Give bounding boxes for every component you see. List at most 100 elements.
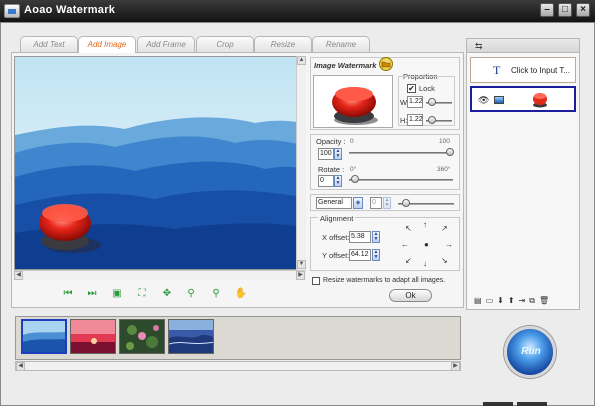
fit-window-icon[interactable]: ▣ — [110, 288, 124, 300]
resize-watermarks-label: Resize watermarks to adapt all images. — [323, 277, 446, 284]
resize-watermarks-checkbox[interactable] — [312, 277, 320, 285]
move-down-icon[interactable]: ⬇ — [497, 296, 508, 305]
image-layer-type-icon — [494, 96, 504, 104]
align-bottom-right-icon[interactable]: ↘ — [441, 256, 448, 265]
preview-vertical-scrollbar[interactable]: ▲ ▼ — [296, 56, 306, 270]
tab-crop[interactable]: Crop — [196, 36, 254, 52]
delete-layer-icon[interactable]: 🗑 — [539, 296, 553, 305]
width-slider-thumb[interactable] — [428, 98, 436, 106]
rotate-spinner[interactable]: ▲ ▼ — [334, 175, 342, 187]
image-watermark-title: Image Watermark — [314, 61, 377, 70]
thumbnail-sunset[interactable] — [70, 319, 116, 354]
watermark-thumbnail — [313, 75, 393, 128]
rotate-slider[interactable] — [349, 179, 453, 181]
lock-checkbox[interactable]: ✔ — [407, 84, 416, 93]
export-icon[interactable]: ⇥ — [519, 296, 530, 305]
next-image-icon[interactable]: ⏭ — [85, 288, 99, 300]
blend-value-input[interactable]: 0 — [370, 197, 382, 209]
app-icon — [4, 4, 20, 18]
window-title: Aoao Watermark — [24, 4, 116, 16]
align-right-icon[interactable]: → — [445, 240, 453, 249]
image-preview[interactable] — [14, 56, 301, 270]
opacity-spinner[interactable]: ▲ ▼ — [334, 148, 342, 160]
align-bottom-icon[interactable]: ↓ — [423, 259, 427, 268]
align-top-left-icon[interactable]: ↖ — [405, 224, 412, 233]
scroll-right-arrow-icon[interactable]: ▶ — [296, 271, 305, 280]
zoom-out-icon[interactable]: ⚲ — [209, 288, 223, 300]
alignment-group — [310, 217, 460, 271]
tab-add-frame[interactable]: Add Frame — [137, 36, 195, 52]
thumbnail-ocean[interactable] — [168, 319, 214, 354]
tab-rename[interactable]: Rename — [312, 36, 370, 52]
blend-dropdown-arrow-icon[interactable]: ◈ — [353, 197, 363, 209]
open-layer-icon[interactable]: ▭ — [486, 296, 498, 305]
ok-button[interactable]: Ok — [389, 289, 432, 302]
rotate-max: 360° — [437, 166, 451, 173]
rotate-input[interactable]: 0 — [318, 175, 334, 187]
scroll-up-arrow-icon[interactable]: ▲ — [297, 56, 306, 65]
blend-slider-thumb[interactable] — [402, 199, 410, 207]
move-up-icon[interactable]: ⬆ — [508, 296, 519, 305]
thumbnail-scrollbar[interactable]: ◀ ▶ — [15, 361, 461, 371]
red-button-layer-icon — [533, 93, 547, 108]
copy-layer-icon[interactable]: ⧉ — [529, 296, 539, 305]
mountain-landscape-image — [15, 57, 300, 269]
close-button[interactable]: × — [576, 3, 590, 17]
thumbnail-mountains[interactable] — [21, 319, 67, 354]
bottom-edge-mark — [517, 402, 547, 406]
sunset-thumbnail-image — [71, 320, 115, 353]
scroll-down-arrow-icon[interactable]: ▼ — [297, 260, 306, 269]
text-layer[interactable]: T Click to Input T... — [470, 57, 576, 83]
layer-toolbar: ▤▭⬇⬆⇥⧉🗑 — [474, 296, 553, 306]
thumbnail-lotus[interactable] — [119, 319, 165, 354]
opacity-input[interactable]: 100 — [318, 148, 334, 160]
hand-tool-icon[interactable]: ✋ — [234, 288, 248, 300]
thumb-scroll-right-icon[interactable]: ▶ — [451, 362, 460, 371]
rotate-slider-thumb[interactable] — [351, 175, 359, 183]
lotus-thumbnail-image — [120, 320, 164, 353]
save-layer-icon[interactable]: ▤ — [474, 296, 486, 305]
move-icon[interactable]: ✥ — [160, 288, 174, 300]
opacity-slider[interactable] — [349, 152, 453, 154]
zoom-in-icon[interactable]: ⚲ — [184, 288, 198, 300]
bottom-edge-mark — [483, 402, 513, 406]
image-layer[interactable]: 👁 — [470, 86, 576, 112]
y-offset-spinner[interactable]: ▲ ▼ — [372, 249, 380, 261]
opacity-min: 0 — [350, 138, 354, 145]
y-offset-label: Y offset: — [322, 251, 350, 260]
x-offset-input[interactable]: 5.38 — [349, 231, 371, 243]
opacity-slider-thumb[interactable] — [446, 148, 454, 156]
y-offset-input[interactable]: 64.12 — [349, 249, 371, 261]
open-folder-button[interactable] — [379, 57, 393, 71]
align-center-icon[interactable]: ● — [424, 240, 429, 249]
tab-resize[interactable]: Resize — [254, 36, 312, 52]
align-left-icon[interactable]: ← — [401, 240, 409, 249]
x-offset-spinner[interactable]: ▲ ▼ — [372, 231, 380, 243]
restore-button[interactable]: □ — [558, 3, 572, 17]
fullscreen-icon[interactable]: ⛶ — [135, 288, 149, 300]
width-input[interactable]: 1.22 — [407, 96, 423, 108]
opacity-label: Opacity : — [316, 137, 346, 146]
first-image-icon[interactable]: ⏮ — [61, 288, 75, 300]
tab-add-image[interactable]: Add Image — [78, 36, 136, 53]
tab-add-text[interactable]: Add Text — [20, 36, 78, 52]
rotate-min: 0° — [350, 166, 357, 173]
scroll-left-arrow-icon[interactable]: ◀ — [14, 271, 23, 280]
minimize-button[interactable]: – — [540, 3, 554, 17]
alignment-title: Alignment — [318, 214, 356, 223]
height-slider-thumb[interactable] — [428, 116, 436, 124]
align-top-right-icon[interactable]: ↗ — [441, 224, 448, 233]
visibility-eye-icon[interactable]: 👁 — [478, 95, 489, 106]
align-bottom-left-icon[interactable]: ↙ — [405, 256, 412, 265]
height-input[interactable]: 1.22 — [407, 114, 423, 126]
layers-header: ⇆ — [467, 39, 579, 53]
thumb-scroll-left-icon[interactable]: ◀ — [16, 362, 25, 371]
blend-mode-select[interactable]: General — [316, 197, 352, 209]
blend-value-spinner[interactable]: ▲ ▼ — [383, 197, 391, 209]
opacity-max: 100 — [439, 138, 450, 145]
preview-horizontal-scrollbar[interactable]: ◀ ▶ — [14, 270, 306, 280]
x-offset-label: X offset: — [322, 233, 350, 242]
text-layer-label: Click to Input T... — [511, 66, 570, 75]
align-top-icon[interactable]: ↑ — [423, 220, 427, 229]
text-layer-icon: T — [493, 63, 501, 77]
